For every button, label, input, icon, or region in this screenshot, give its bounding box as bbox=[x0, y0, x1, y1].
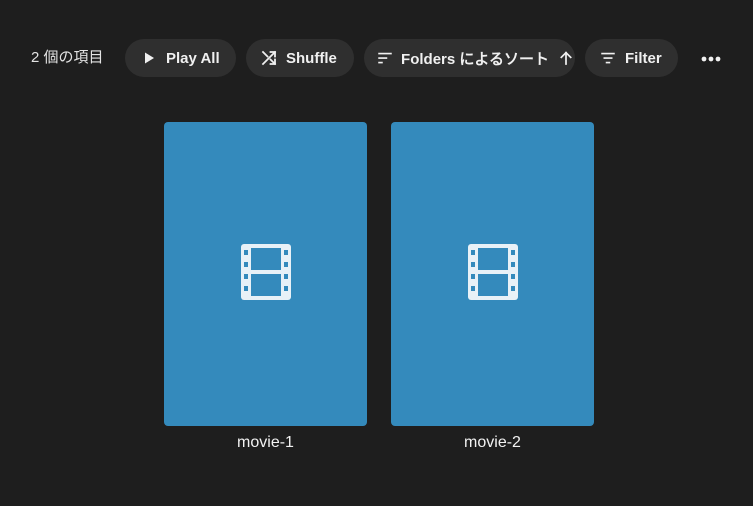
media-title[interactable]: movie-2 bbox=[391, 433, 594, 453]
shuffle-button[interactable]: Shuffle bbox=[246, 39, 354, 77]
play-all-label: Play All bbox=[166, 49, 220, 67]
item-count: 2 個の項目 bbox=[31, 49, 104, 66]
media-title[interactable]: movie-1 bbox=[164, 433, 367, 453]
sort-label: Folders によるソート bbox=[401, 50, 549, 68]
play-all-button[interactable]: Play All bbox=[125, 39, 236, 77]
media-card[interactable]: movie-1 bbox=[164, 122, 367, 453]
more-horizontal-icon bbox=[701, 49, 721, 67]
sort-button[interactable]: Folders によるソート bbox=[364, 39, 575, 77]
arrow-up-icon[interactable] bbox=[557, 48, 575, 68]
toolbar: 2 個の項目 Play All Shuffle Folders によるソート F… bbox=[0, 39, 753, 77]
film-icon bbox=[467, 243, 518, 305]
more-options-button[interactable] bbox=[692, 39, 730, 77]
filter-icon bbox=[598, 48, 618, 68]
filter-label: Filter bbox=[625, 49, 662, 67]
play-icon bbox=[139, 48, 159, 68]
media-card[interactable]: movie-2 bbox=[391, 122, 594, 453]
poster[interactable] bbox=[391, 122, 594, 426]
shuffle-icon bbox=[259, 48, 279, 68]
film-icon bbox=[240, 243, 291, 305]
filter-button[interactable]: Filter bbox=[585, 39, 678, 77]
poster[interactable] bbox=[164, 122, 367, 426]
sort-icon bbox=[376, 48, 394, 68]
shuffle-label: Shuffle bbox=[286, 49, 337, 67]
